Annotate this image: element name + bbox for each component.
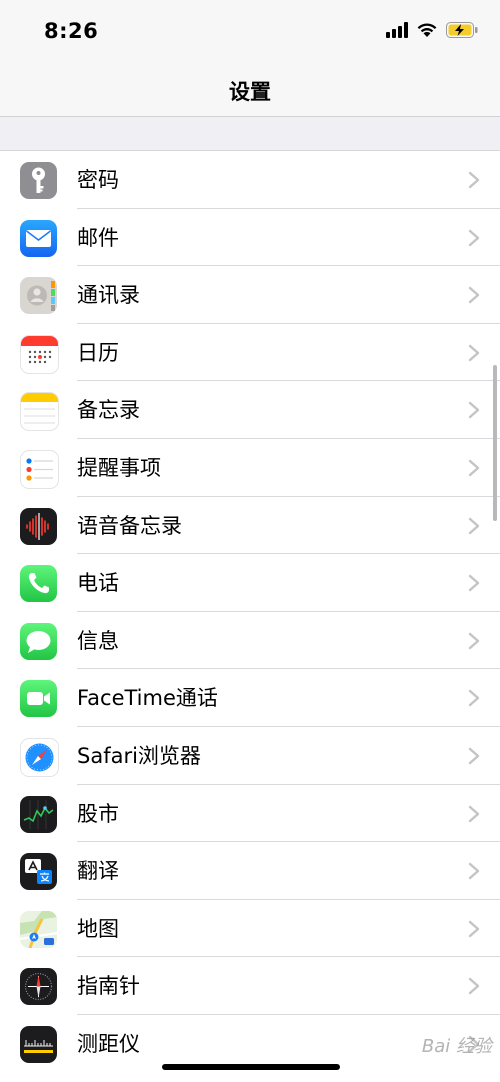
settings-row-label: 股市 [77, 801, 119, 826]
settings-row-label: 电话 [77, 571, 119, 596]
settings-row-label: 密码 [77, 168, 119, 192]
maps-icon [20, 910, 57, 948]
settings-row-stocks[interactable]: 股市 [0, 785, 500, 843]
stocks-icon [20, 795, 57, 833]
calendar-icon [20, 334, 59, 374]
key-icon [20, 162, 57, 199]
settings-row-label: 指南针 [77, 974, 140, 999]
settings-row-label: 提醒事项 [77, 455, 161, 480]
settings-row-label: 测距仪 [77, 1031, 140, 1056]
chevron-right-icon [468, 920, 480, 937]
settings-row-messages[interactable]: 信息 [0, 612, 500, 670]
settings-list: 密码 邮件 通讯录 日历 备忘录 提醒事项 语音备忘录 电话 信息 FaceTi… [0, 151, 500, 1082]
chevron-right-icon [468, 747, 480, 765]
settings-row-label: 邮件 [77, 225, 119, 250]
chevron-right-icon [468, 402, 480, 419]
translate-icon [20, 853, 57, 891]
cellular-signal-icon [386, 22, 408, 42]
settings-row-compass[interactable]: 指南针 [0, 957, 500, 1015]
chevron-right-icon [468, 517, 480, 534]
reminders-icon [20, 449, 59, 489]
chevron-right-icon [468, 978, 480, 995]
settings-row-voice-memos[interactable]: 语音备忘录 [0, 497, 500, 555]
settings-row-label: Safari浏览器 [77, 743, 201, 768]
settings-row-contacts[interactable]: 通讯录 [0, 266, 500, 324]
chevron-right-icon [468, 229, 480, 246]
settings-row-reminders[interactable]: 提醒事项 [0, 439, 500, 497]
settings-row-label: 备忘录 [77, 398, 140, 423]
chevron-right-icon [468, 574, 480, 592]
chevron-right-icon [468, 690, 480, 707]
status-icons [386, 20, 478, 44]
messages-icon [20, 622, 57, 660]
measure-icon [20, 1025, 57, 1063]
status-bar: 8:26 [0, 0, 500, 64]
contacts-icon [20, 277, 57, 315]
chevron-right-icon [468, 632, 480, 649]
watermark-text: Bai 经验 [421, 1036, 492, 1057]
nav-bar: 设置 [0, 64, 500, 117]
settings-row-label: 日历 [77, 340, 119, 365]
notes-icon [20, 392, 59, 432]
chevron-right-icon [468, 805, 480, 822]
chevron-right-icon [468, 344, 480, 361]
safari-icon [20, 737, 59, 777]
settings-row-maps[interactable]: 地图 [0, 900, 500, 958]
chevron-right-icon [468, 171, 480, 189]
home-indicator[interactable] [162, 1064, 340, 1070]
settings-row-label: 信息 [77, 628, 119, 653]
settings-row-translate[interactable]: 翻译 [0, 842, 500, 900]
chevron-right-icon [468, 286, 480, 304]
settings-row-label: FaceTime通话 [77, 686, 218, 711]
settings-row-label: 翻译 [77, 859, 119, 884]
mail-icon [20, 219, 57, 257]
scroll-indicator[interactable] [493, 365, 497, 521]
settings-row-passwords[interactable]: 密码 [0, 151, 500, 209]
status-time: 8:26 [44, 19, 99, 43]
chevron-right-icon [468, 459, 480, 477]
settings-row-notes[interactable]: 备忘录 [0, 381, 500, 439]
settings-row-facetime[interactable]: FaceTime通话 [0, 669, 500, 727]
settings-row-label: 语音备忘录 [77, 513, 182, 538]
battery-charging-icon [446, 22, 478, 42]
voice-memos-icon [20, 507, 57, 545]
compass-icon [20, 968, 57, 1006]
settings-row-label: 通讯录 [77, 283, 140, 308]
section-gap [0, 117, 500, 151]
settings-row-safari[interactable]: Safari浏览器 [0, 727, 500, 785]
wifi-icon [416, 22, 438, 42]
settings-row-calendar[interactable]: 日历 [0, 324, 500, 382]
settings-row-label: 地图 [77, 916, 119, 941]
facetime-icon [20, 680, 57, 718]
settings-row-phone[interactable]: 电话 [0, 554, 500, 612]
page-title: 设置 [229, 80, 271, 104]
phone-icon [20, 565, 57, 603]
settings-row-mail[interactable]: 邮件 [0, 209, 500, 267]
chevron-right-icon [468, 862, 480, 880]
